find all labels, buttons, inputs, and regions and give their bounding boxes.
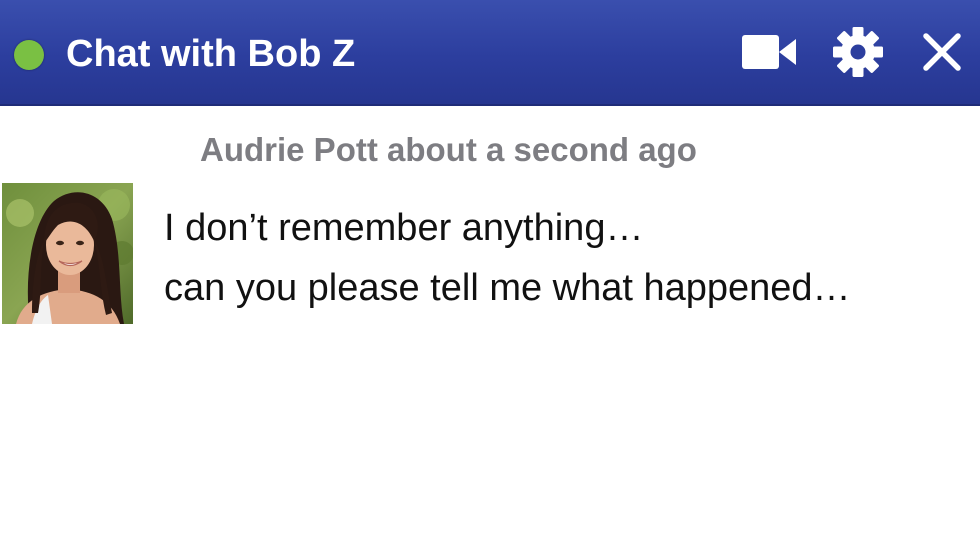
video-call-button[interactable] [738, 24, 800, 80]
online-status-icon [14, 40, 44, 70]
video-camera-icon [742, 35, 796, 69]
chat-header: Chat with Bob Z [0, 0, 980, 106]
message-meta: Audrie Pott about a second ago [200, 128, 697, 172]
settings-button[interactable] [830, 24, 886, 80]
message-line: I don’t remember anything… [164, 207, 644, 249]
sender-name: Audrie Pott [200, 131, 378, 168]
gear-icon [833, 27, 883, 77]
avatar [2, 183, 133, 324]
message-line: can you please tell me what happened… [164, 267, 851, 309]
close-icon [923, 33, 961, 71]
chat-title: Chat with Bob Z [66, 33, 356, 75]
message-body: I don’t remember anything… can you pleas… [164, 198, 851, 318]
chat-window: Chat with Bob Z Audrie Pott about a seco… [0, 0, 980, 551]
close-button[interactable] [918, 24, 966, 80]
avatar-photo [2, 183, 133, 324]
message-timestamp: about a second ago [387, 131, 697, 168]
